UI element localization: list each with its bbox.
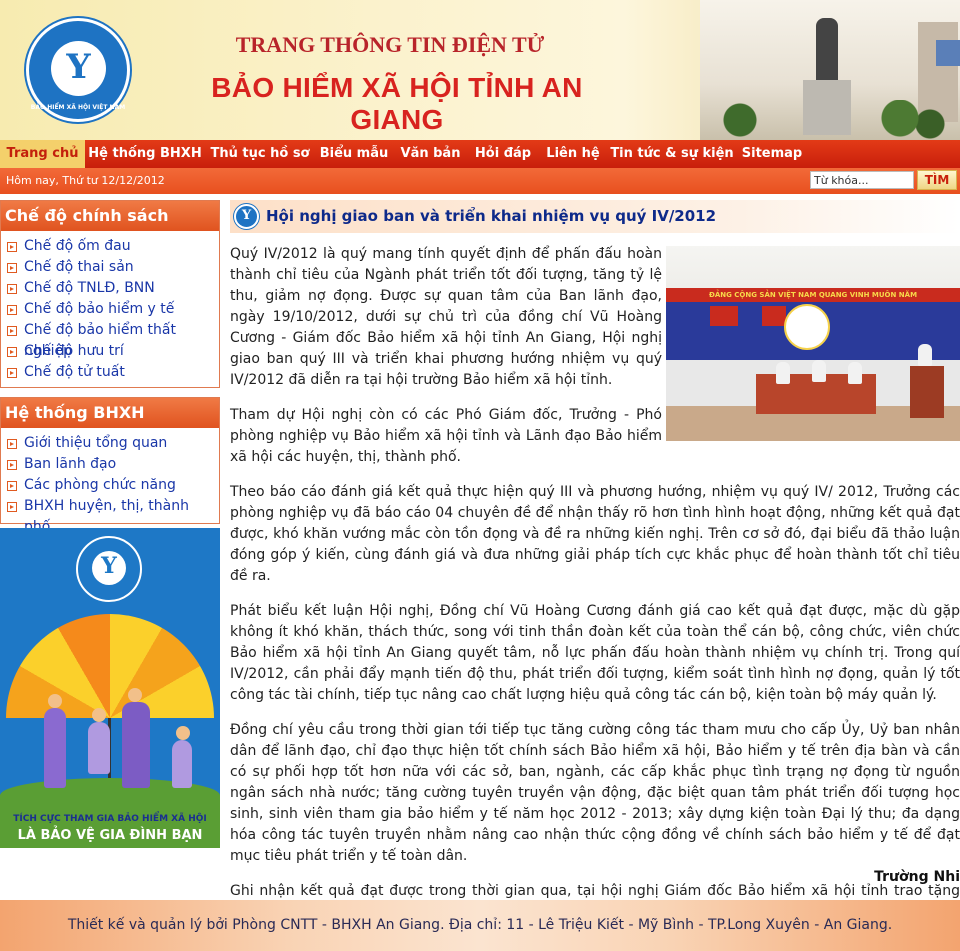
article-paragraph: Quý IV/2012 là quý mang tính quyết định … <box>230 246 662 388</box>
policies-list: Chế độ ốm đau Chế độ thai sản Chế độ TNL… <box>1 231 219 383</box>
sidebar-link-gioi-thieu[interactable]: Giới thiệu tổng quan <box>1 433 219 454</box>
sidebar-link-label: Chế độ bảo hiểm y tế <box>24 301 175 317</box>
search-button[interactable]: TÌM <box>917 170 957 190</box>
policies-panel-title: Chế độ chính sách <box>1 201 219 231</box>
child-figure <box>88 722 110 774</box>
person-head <box>48 694 62 708</box>
banner-logo: Y <box>76 536 142 602</box>
sidebar-link-ban-lanh-dao[interactable]: Ban lãnh đạo <box>1 454 219 475</box>
person-figure <box>122 702 150 788</box>
umbrella-illustration <box>6 614 214 718</box>
arrow-bullet-icon <box>7 460 17 470</box>
trees-shape <box>700 100 960 140</box>
article-body: Quý IV/2012 là quý mang tính quyết định … <box>230 244 960 951</box>
child-figure <box>172 740 192 788</box>
promo-banner[interactable]: Y TÍCH CỰC THAM GIA BẢO HIỂM XÃ HỘI LÀ B… <box>0 528 220 848</box>
sidebar-link-label: Ban lãnh đạo <box>24 456 117 472</box>
sidebar-link-bhyt[interactable]: Chế độ bảo hiểm y tế <box>1 299 219 320</box>
arrow-bullet-icon <box>7 284 17 294</box>
statue-shape <box>816 18 838 82</box>
header-statue-photo <box>700 0 960 140</box>
sidebar-link-label: Chế độ TNLĐ, BNN <box>24 280 155 296</box>
nav-item-home[interactable]: Trang chủ <box>0 140 85 168</box>
person-head <box>92 708 106 722</box>
arrow-bullet-icon <box>7 263 17 273</box>
arrow-bullet-icon <box>7 347 17 357</box>
nav-item-hoi-dap[interactable]: Hỏi đáp <box>468 140 538 168</box>
article-paragraph: Đồng chí yêu cầu trong thời gian tới tiế… <box>230 722 960 864</box>
article-paragraph: Phát biểu kết luận Hội nghị, Đồng chí Vũ… <box>230 603 960 703</box>
sidebar-link-label: Chế độ hưu trí <box>24 343 124 359</box>
logo-emblem: Y <box>51 41 106 96</box>
arrow-bullet-icon <box>7 242 17 252</box>
logo-ring-text: BẢO HIỂM XÃ HỘI VIỆT NAM <box>30 104 126 111</box>
sidebar-link-label: Chế độ ốm đau <box>24 238 131 254</box>
family-icon: Y <box>101 553 117 579</box>
bhxh-logo[interactable]: Y BẢO HIỂM XÃ HỘI VIỆT NAM <box>26 18 130 122</box>
arrow-bullet-icon <box>7 481 17 491</box>
system-list: Giới thiệu tổng quan Ban lãnh đạo Các ph… <box>1 428 219 535</box>
person-head <box>176 726 190 740</box>
person-head <box>128 688 142 702</box>
arrow-bullet-icon <box>7 368 17 378</box>
sidebar-link-label: Chế độ tử tuất <box>24 364 125 380</box>
article-paragraph: Tham dự Hội nghị còn có các Phó Giám đốc… <box>230 407 662 465</box>
nav-item-he-thong-bhxh[interactable]: Hệ thống BHXH <box>85 140 205 168</box>
arrow-bullet-icon <box>7 439 17 449</box>
nav-item-tin-tuc[interactable]: Tin tức & sự kiện <box>608 140 736 168</box>
sidebar-link-huu-tri[interactable]: Chế độ hưu trí <box>1 341 219 362</box>
banner-slogan-line1: TÍCH CỰC THAM GIA BẢO HIỂM XÃ HỘI <box>13 814 207 824</box>
nav-item-lien-he[interactable]: Liên hệ <box>538 140 608 168</box>
bhxh-emblem-icon: Y <box>234 204 259 229</box>
sidebar-link-om-dau[interactable]: Chế độ ốm đau <box>1 236 219 257</box>
system-panel-title: Hệ thống BHXH <box>1 398 219 428</box>
article-title: Hội nghị giao ban và triển khai nhiệm vụ… <box>266 207 717 225</box>
site-header: Y BẢO HIỂM XÃ HỘI VIỆT NAM TRANG THÔNG T… <box>0 0 960 140</box>
billboard-shape <box>936 40 960 66</box>
site-title: BẢO HIỂM XÃ HỘI TỈNH AN GIANG <box>211 72 583 135</box>
sidebar-link-phong-chuc-nang[interactable]: Các phòng chức năng <box>1 475 219 496</box>
nav-item-sitemap[interactable]: Sitemap <box>736 140 808 168</box>
policies-panel: Chế độ chính sách Chế độ ốm đau Chế độ t… <box>0 200 220 388</box>
article-author: Trường Nhi <box>874 869 960 885</box>
search-input[interactable] <box>810 171 914 189</box>
site-subtitle: TRANG THÔNG TIN ĐIỆN TỬ <box>235 32 545 57</box>
banner-slogan-line2: LÀ BẢO VỆ GIA ĐÌNH BẠN <box>17 828 203 843</box>
nav-item-thu-tuc-ho-so[interactable]: Thủ tục hồ sơ <box>205 140 315 168</box>
site-footer: Thiết kế và quản lý bởi Phòng CNTT - BHX… <box>0 900 960 951</box>
sidebar-link-thai-san[interactable]: Chế độ thai sản <box>1 257 219 278</box>
family-icon: Y <box>66 47 91 87</box>
article-paragraph: Theo báo cáo đánh giá kết quả thực hiện … <box>230 484 960 584</box>
nav-item-van-ban[interactable]: Văn bản <box>393 140 468 168</box>
banner-logo-emblem: Y <box>92 551 126 585</box>
nav-item-bieu-mau[interactable]: Biểu mẫu <box>315 140 393 168</box>
footer-text: Thiết kế và quản lý bởi Phòng CNTT - BHX… <box>67 917 893 933</box>
sidebar-link-label: Các phòng chức năng <box>24 477 176 493</box>
arrow-bullet-icon <box>7 305 17 315</box>
arrow-bullet-icon <box>7 502 17 512</box>
sidebar-link-tnld-bnn[interactable]: Chế độ TNLĐ, BNN <box>1 278 219 299</box>
person-figure <box>44 708 66 788</box>
sidebar-link-bhtn[interactable]: Chế độ bảo hiểm thất nghiệp <box>1 320 219 359</box>
arrow-bullet-icon <box>7 326 17 336</box>
sidebar-link-tu-tuat[interactable]: Chế độ tử tuất <box>1 362 219 383</box>
sidebar-link-bhxh-huyen[interactable]: BHXH huyện, thị, thành phố <box>1 496 219 535</box>
sidebar-link-label: Chế độ thai sản <box>24 259 134 275</box>
sidebar-link-label: Giới thiệu tổng quan <box>24 435 168 451</box>
system-panel: Hệ thống BHXH Giới thiệu tổng quan Ban l… <box>0 397 220 535</box>
article-header: Y Hội nghị giao ban và triển khai nhiệm … <box>230 200 960 233</box>
main-nav: Trang chủ Hệ thống BHXH Thủ tục hồ sơ Bi… <box>0 140 960 168</box>
current-date: Hôm nay, Thứ tư 12/12/2012 <box>6 174 165 187</box>
